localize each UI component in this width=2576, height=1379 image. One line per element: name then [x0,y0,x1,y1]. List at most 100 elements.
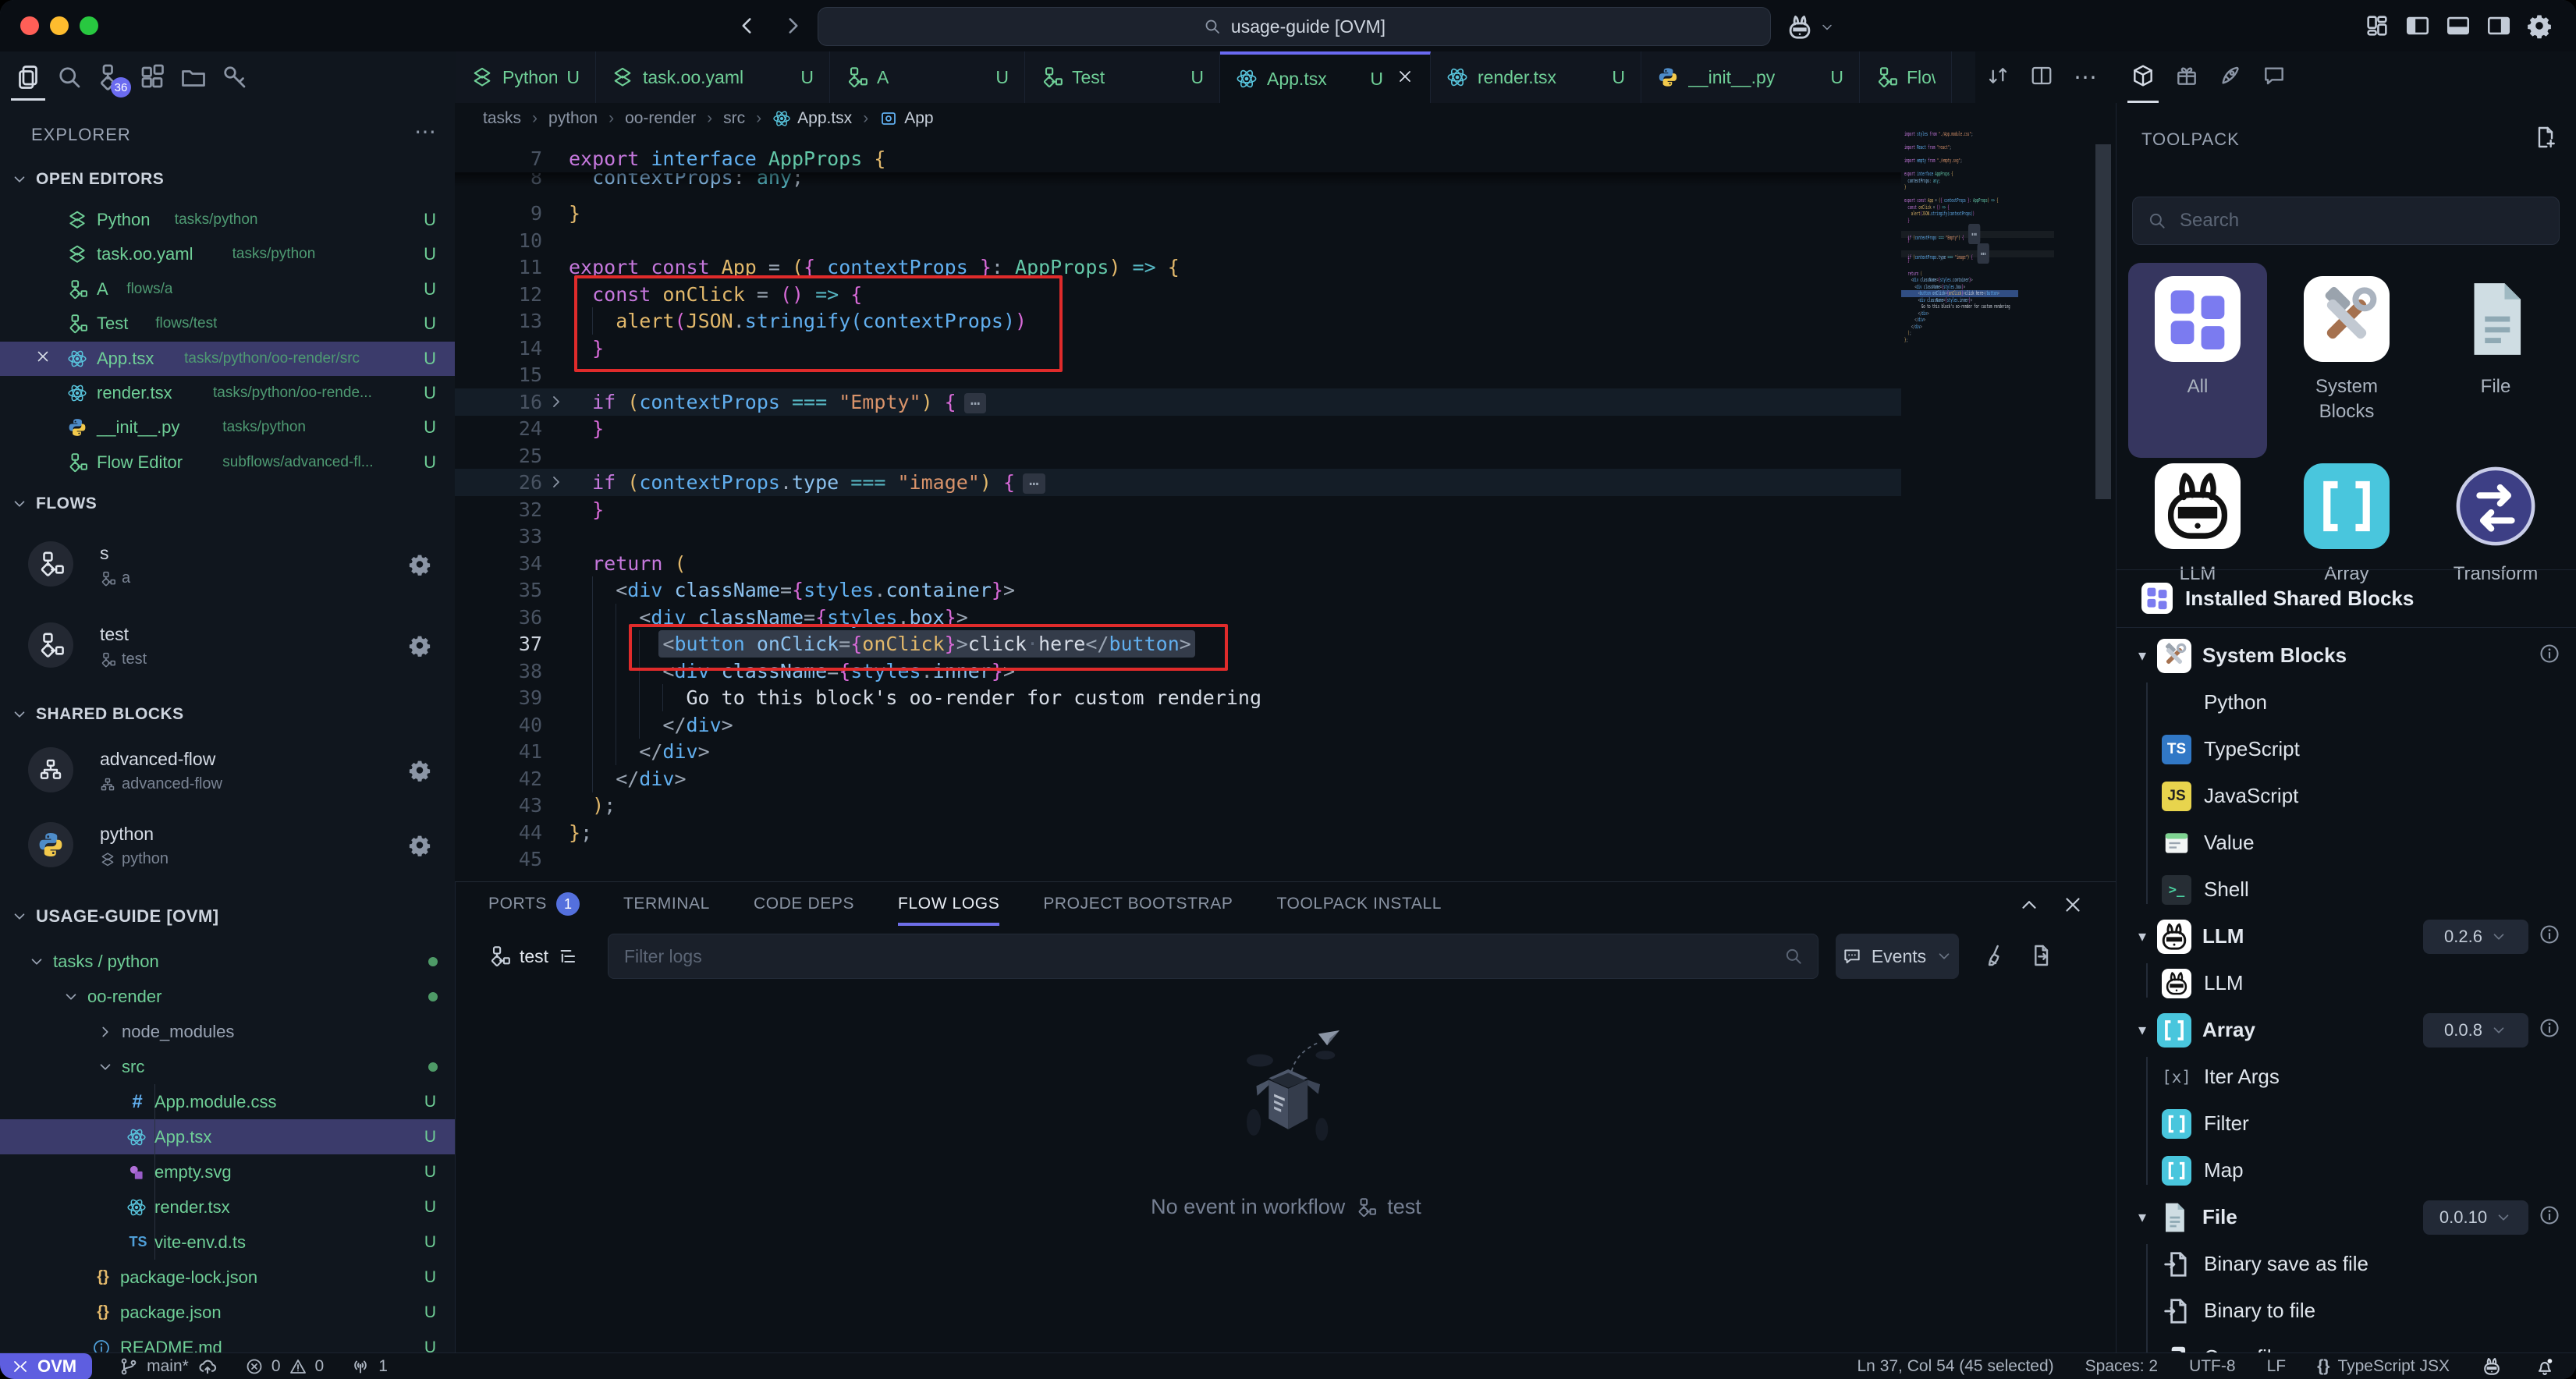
toolpack-tile-system-blocks[interactable]: System Blocks [2277,276,2416,425]
explorer-more-button[interactable]: ⋯ [414,119,436,144]
tab-python[interactable]: PythonU [456,51,596,103]
group-info-button[interactable] [2539,923,2560,949]
tree-item-oo-render[interactable]: oo-render [0,979,455,1014]
status-eol[interactable]: LF [2267,1357,2287,1376]
panel-close-button[interactable] [2061,893,2085,920]
split-editor-button[interactable] [2030,64,2053,91]
section-header-shared-blocks[interactable]: SHARED BLOCKS [11,705,184,724]
block-item-value[interactable]: Value [2117,820,2576,866]
code-line-9[interactable]: 9} [455,200,2116,227]
code-line-35[interactable]: 35<div className={styles.container}> [455,576,2116,604]
breadcrumb-item-oo-render[interactable]: oo-render [625,109,696,128]
block-item-map[interactable]: Map [2117,1147,2576,1193]
code-line-45[interactable]: 45 [455,845,2116,873]
breadcrumb-item-python[interactable]: python [548,109,598,128]
section-header-flows[interactable]: FLOWS [11,495,97,513]
code-editor[interactable]: tasks›python›oo-render›src›App.tsx›App7e… [455,103,2116,881]
group-header-llm[interactable]: ▾LLM0.2.6 [2117,913,2576,959]
activity-extensions-button[interactable] [138,63,166,91]
tab-flow[interactable]: Flow [1860,51,1952,103]
filter-logs[interactable] [608,934,1818,979]
open-editor-item[interactable]: render.tsxtasks/python/oo-rende...U [0,376,455,410]
toolpack-tile-llm[interactable]: LLM [2128,463,2267,587]
clear-logs-button[interactable] [1983,943,2008,972]
flow-settings-button[interactable] [408,553,431,580]
right-activity-rocket-button[interactable] [2218,63,2243,92]
toolpack-search[interactable] [2132,197,2560,245]
shared-block-item-python[interactable]: pythonpython [0,811,455,883]
block-item-llm[interactable]: LLM [2117,960,2576,1006]
toolpack-search-input[interactable] [2178,209,2545,232]
block-item-python[interactable]: Python [2117,679,2576,725]
code-line-33[interactable]: 33 [455,523,2116,550]
code-line-44[interactable]: 44}; [455,819,2116,846]
panel-tab-code-deps[interactable]: CODE DEPS [754,882,854,926]
block-item-javascript[interactable]: JSJavaScript [2117,773,2576,819]
notifications-button[interactable] [2534,1356,2556,1377]
block-item-filter[interactable]: Filter [2117,1101,2576,1147]
right-activity-gift-button[interactable] [2174,63,2199,92]
right-activity-chat-button[interactable] [2262,63,2287,92]
breadcrumb-item-tasks[interactable]: tasks [483,109,521,128]
code-line-26[interactable]: 26if (contextProps.type === "image") {⋯ [455,469,2116,496]
tab-a[interactable]: AU [830,51,1025,103]
toolpack-tile-file[interactable]: File [2426,276,2565,399]
tab-render-tsx[interactable]: render.tsxU [1431,51,1641,103]
toolpack-tile-all[interactable]: All [2128,276,2267,399]
tab--init-py[interactable]: __init__.pyU [1641,51,1860,103]
flow-selector[interactable]: test [488,934,580,979]
branch-indicator[interactable]: main* [119,1356,218,1377]
code-line-10[interactable]: 10 [455,227,2116,254]
shared-block-settings-button[interactable] [408,759,431,786]
group-info-button[interactable] [2539,1204,2560,1230]
tab-task-oo-yaml[interactable]: task.oo.yamlU [596,51,830,103]
breadcrumb-item-app.tsx[interactable]: App.tsx [772,109,852,128]
group-header-system-blocks[interactable]: ▾System Blocks [2117,633,2576,679]
tab-test[interactable]: TestU [1025,51,1220,103]
fold-chevron-icon[interactable] [547,471,566,498]
status-encoding[interactable]: UTF-8 [2189,1357,2236,1376]
version-dropdown[interactable]: 0.0.10 [2423,1200,2528,1235]
group-info-button[interactable] [2539,643,2560,668]
block-item-binary-save-as-file[interactable]: Binary save as file [2117,1241,2576,1287]
status-language[interactable]: {}TypeScript JSX [2317,1357,2450,1376]
minimap[interactable]: import styles from "./App.module.css";im… [1901,131,2057,459]
titlebar-panel-bottom-button[interactable] [2445,12,2471,43]
tree-item-app-module-css[interactable]: #App.module.cssU [0,1084,455,1119]
open-editor-item[interactable]: Testflows/testU [0,307,455,341]
section-header-workspace[interactable]: USAGE-GUIDE [OVM] [11,906,219,927]
code-line-39[interactable]: 39Go to this block's oo-render for custo… [455,684,2116,711]
panel-tab-terminal[interactable]: TERMINAL [623,882,710,926]
titlebar-layout-grid-button[interactable] [2364,12,2390,43]
version-dropdown[interactable]: 0.0.8 [2423,1013,2528,1048]
block-item-shell[interactable]: >_Shell [2117,867,2576,913]
status-cursor-position[interactable]: Ln 37, Col 54 (45 selected) [1857,1357,2054,1376]
panel-collapse-button[interactable] [2017,893,2041,920]
open-editor-item[interactable]: Aflows/aU [0,272,455,307]
breadcrumb-item-src[interactable]: src [723,109,745,128]
editor-close-button[interactable] [34,348,51,370]
block-item-copy-file[interactable]: Copy file [2117,1335,2576,1352]
section-header-open-editors[interactable]: OPEN EDITORS [11,170,164,189]
window-close-button[interactable] [20,16,39,35]
tree-item-package-lock-json[interactable]: {}package-lock.jsonU [0,1260,455,1295]
tab-app-tsx[interactable]: App.tsxU [1220,51,1431,103]
code-line-43[interactable]: 43); [455,792,2116,819]
llm-selector-button[interactable] [1785,12,1835,42]
code-line-25[interactable]: 25 [455,442,2116,470]
block-item-typescript[interactable]: TSTypeScript [2117,726,2576,772]
ports-indicator[interactable]: 1 [350,1356,388,1377]
status-llm-button[interactable] [2481,1356,2503,1377]
titlebar-panel-right-button[interactable] [2486,12,2512,43]
status-indentation[interactable]: Spaces: 2 [2085,1357,2158,1376]
group-info-button[interactable] [2539,1017,2560,1043]
code-line-24[interactable]: 24} [455,415,2116,442]
tree-item-node-modules[interactable]: node_modules [0,1014,455,1049]
flow-settings-button[interactable] [408,634,431,661]
tree-item-empty-svg[interactable]: empty.svgU [0,1154,455,1189]
block-item-binary-to-file[interactable]: Binary to file [2117,1288,2576,1334]
open-editor-item[interactable]: Pythontasks/pythonU [0,203,455,237]
tree-item-app-tsx[interactable]: App.tsxU [0,1119,455,1154]
history-forward-button[interactable] [780,12,807,43]
events-dropdown[interactable]: Events [1836,934,1959,979]
